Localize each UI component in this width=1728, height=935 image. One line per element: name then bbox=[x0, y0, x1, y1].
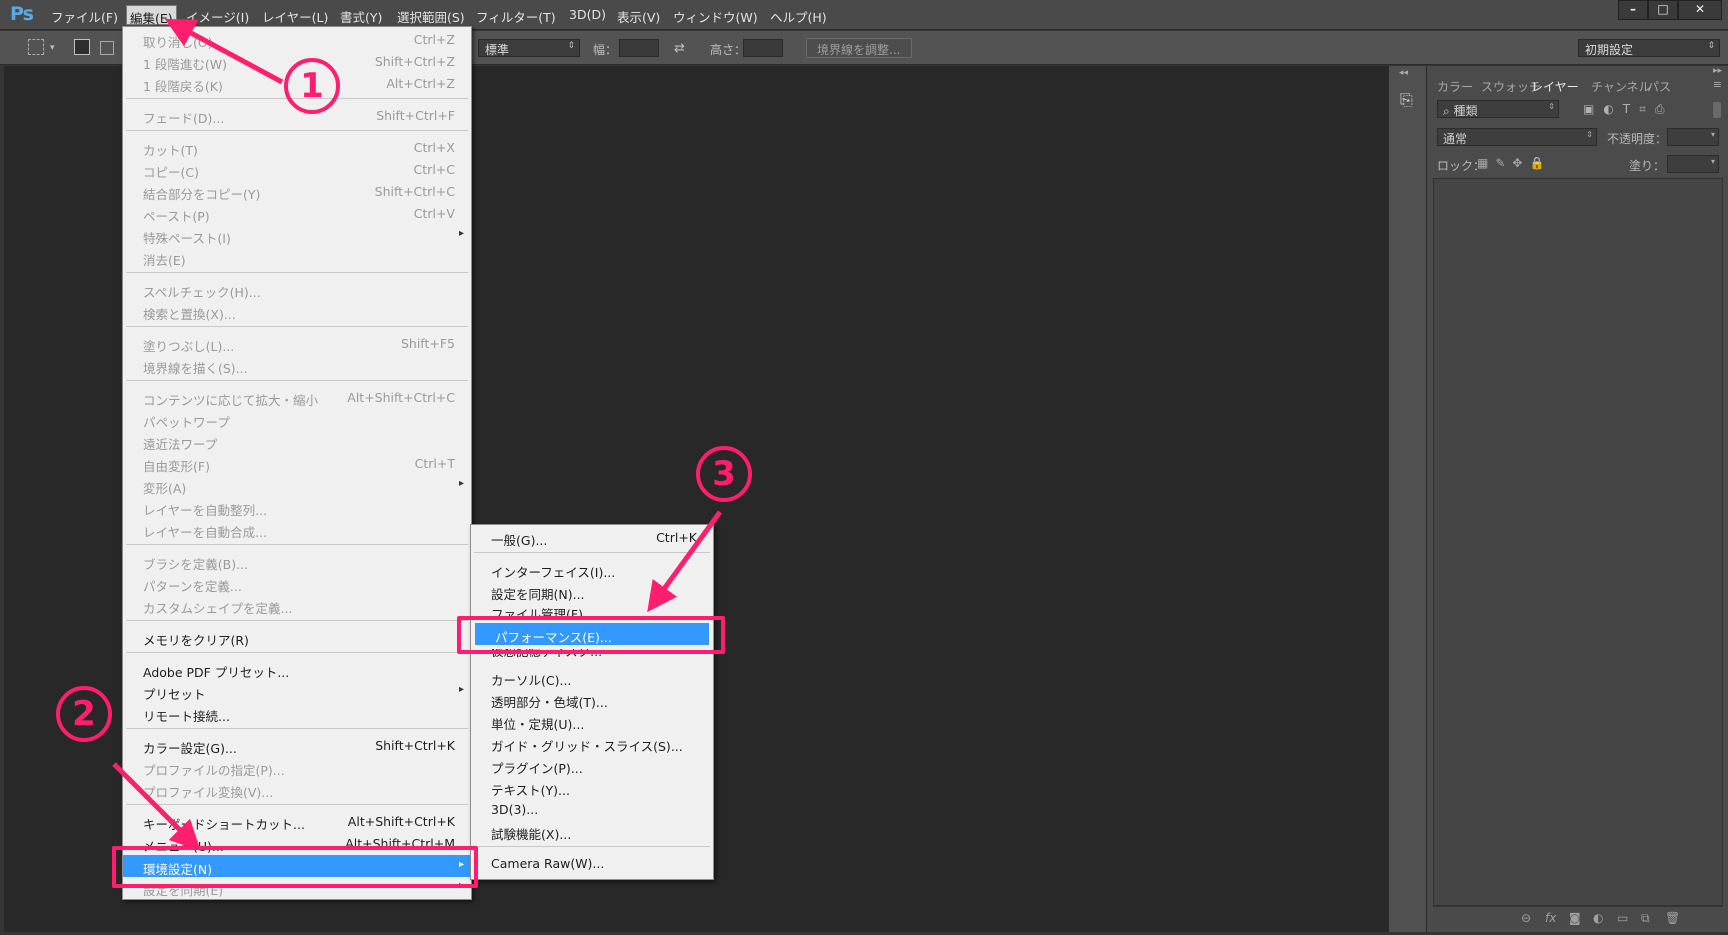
annotation-arrows bbox=[112, 18, 723, 851]
arrow-step-2 bbox=[112, 762, 201, 851]
arrow-step-1 bbox=[164, 18, 284, 85]
arrow-step-3 bbox=[647, 510, 723, 613]
